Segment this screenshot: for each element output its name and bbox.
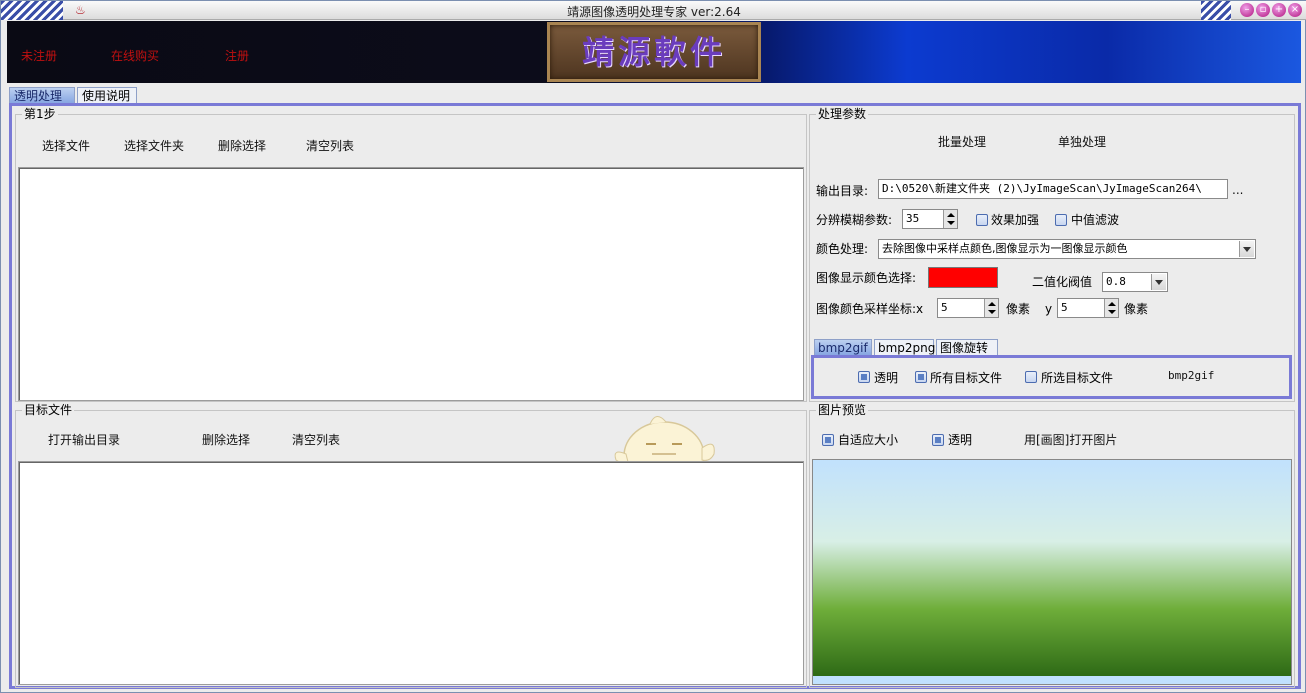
pixel-unit-x: 像素 xyxy=(1006,302,1031,316)
sample-x-value: 5 xyxy=(941,301,948,314)
transparent-label: 透明 xyxy=(874,371,899,385)
logo-text: 靖源軟件 xyxy=(581,33,726,71)
enhance-label: 效果加强 xyxy=(991,213,1040,227)
spinner-arrows-icon[interactable] xyxy=(1104,299,1118,317)
delete-selection-button[interactable]: 删除选择 xyxy=(218,139,266,153)
spinner-arrows-icon[interactable] xyxy=(943,210,957,228)
open-output-dir-button[interactable]: 打开输出目录 xyxy=(48,433,120,447)
median-checkbox[interactable] xyxy=(1055,214,1067,226)
batch-process-button[interactable]: 批量处理 xyxy=(938,135,986,149)
source-file-list[interactable] xyxy=(18,167,804,401)
sample-y-spinner[interactable]: 5 xyxy=(1057,298,1119,318)
fit-size-checkbox[interactable] xyxy=(822,434,834,446)
all-targets-radio[interactable] xyxy=(915,371,927,383)
target-file-list[interactable] xyxy=(18,461,804,685)
brand-logo: 靖源軟件 xyxy=(547,22,761,82)
threshold-value: 0.8 xyxy=(1106,275,1126,288)
color-proc-label: 颜色处理: xyxy=(816,242,869,256)
color-proc-value: 去除图像中采样点颜色,图像显示为一图像显示颜色 xyxy=(882,242,1128,255)
preview-transparent-label: 透明 xyxy=(948,433,973,447)
browse-button[interactable]: ... xyxy=(1232,183,1243,197)
tab-bmp2png[interactable]: bmp2png xyxy=(874,339,935,355)
main-frame: 第1步 选择文件 选择文件夹 删除选择 清空列表 目标文件 打开输出目录 删除选… xyxy=(9,103,1301,689)
threshold-label: 二值化阀值 xyxy=(1032,275,1093,289)
clear-list-button[interactable]: 清空列表 xyxy=(306,139,354,153)
app-window: ♨ 靖源图像透明处理专家 ver:2.64 – ▫ + × 未注册 在线购买 注… xyxy=(0,0,1306,693)
blur-label: 分辨模糊参数: xyxy=(816,213,893,227)
bmp2gif-panel: 透明 所有目标文件 所选目标文件 bmp2gif xyxy=(811,355,1292,399)
single-process-button[interactable]: 单独处理 xyxy=(1058,135,1106,149)
median-label: 中值滤波 xyxy=(1071,213,1120,227)
buy-online-link[interactable]: 在线购买 xyxy=(111,47,159,64)
minimize-icon[interactable]: – xyxy=(1240,3,1254,17)
banner: 未注册 在线购买 注册 靖源軟件 xyxy=(7,21,1301,83)
unregistered-link[interactable]: 未注册 xyxy=(21,47,57,64)
target-title: 目标文件 xyxy=(22,403,75,417)
output-dir-field[interactable]: D:\0520\新建文件夹 (2)\JyImageScan\JyImageSca… xyxy=(878,179,1228,199)
all-targets-label: 所有目标文件 xyxy=(930,371,1003,385)
display-color-swatch[interactable] xyxy=(928,267,998,288)
restore-icon[interactable]: ▫ xyxy=(1256,3,1270,17)
select-file-button[interactable]: 选择文件 xyxy=(42,139,90,153)
output-dir-label: 输出目录: xyxy=(816,184,869,198)
bmp2gif-button[interactable]: bmp2gif xyxy=(1168,369,1214,383)
tab-rotate[interactable]: 图像旋转 xyxy=(936,339,998,355)
preview-transparent-checkbox[interactable] xyxy=(932,434,944,446)
target-group: 目标文件 打开输出目录 删除选择 清空列表 xyxy=(15,403,807,688)
preview-group: 图片预览 自适应大小 透明 用[画图]打开图片 xyxy=(809,403,1295,688)
y-label: y xyxy=(1045,302,1053,316)
close-icon[interactable]: × xyxy=(1288,3,1302,17)
selected-targets-label: 所选目标文件 xyxy=(1041,371,1114,385)
display-color-label: 图像显示颜色选择: xyxy=(816,271,917,285)
preview-title: 图片预览 xyxy=(816,403,869,417)
blur-spinner[interactable]: 35 xyxy=(902,209,958,229)
pixel-unit-y: 像素 xyxy=(1124,302,1149,316)
chevron-down-icon[interactable] xyxy=(1151,274,1166,290)
step1-group: 第1步 选择文件 选择文件夹 删除选择 清空列表 xyxy=(15,107,807,402)
register-link[interactable]: 注册 xyxy=(225,47,249,64)
select-folder-button[interactable]: 选择文件夹 xyxy=(124,139,184,153)
title-bar[interactable]: ♨ 靖源图像透明处理专家 ver:2.64 – ▫ + × xyxy=(1,1,1306,20)
chevron-down-icon[interactable] xyxy=(1239,241,1254,257)
spinner-arrows-icon[interactable] xyxy=(984,299,998,317)
tab-transparent[interactable]: 透明处理 xyxy=(9,87,75,103)
threshold-select[interactable]: 0.8 xyxy=(1102,272,1168,292)
params-title: 处理参数 xyxy=(816,107,869,121)
preview-image xyxy=(812,459,1292,685)
params-group: 处理参数 批量处理 单独处理 输出目录: D:\0520\新建文件夹 (2)\J… xyxy=(809,107,1295,402)
enhance-checkbox[interactable] xyxy=(976,214,988,226)
selected-targets-radio[interactable] xyxy=(1025,371,1037,383)
title-stripes-right xyxy=(1201,1,1231,20)
fit-size-label: 自适应大小 xyxy=(838,433,899,447)
target-delete-button[interactable]: 删除选择 xyxy=(202,433,250,447)
color-proc-select[interactable]: 去除图像中采样点颜色,图像显示为一图像显示颜色 xyxy=(878,239,1256,259)
sample-y-value: 5 xyxy=(1061,301,1068,314)
tab-bmp2gif[interactable]: bmp2gif xyxy=(814,339,872,355)
window-title: 靖源图像透明处理专家 ver:2.64 xyxy=(567,5,741,19)
step1-title: 第1步 xyxy=(22,107,58,121)
target-clear-button[interactable]: 清空列表 xyxy=(292,433,340,447)
maximize-icon[interactable]: + xyxy=(1272,3,1286,17)
sample-label: 图像颜色采样坐标:x xyxy=(816,302,924,316)
open-in-paint-button[interactable]: 用[画图]打开图片 xyxy=(1024,433,1117,447)
tab-help[interactable]: 使用说明 xyxy=(77,87,137,103)
transparent-checkbox[interactable] xyxy=(858,371,870,383)
blur-value: 35 xyxy=(906,212,920,225)
sample-x-spinner[interactable]: 5 xyxy=(937,298,999,318)
